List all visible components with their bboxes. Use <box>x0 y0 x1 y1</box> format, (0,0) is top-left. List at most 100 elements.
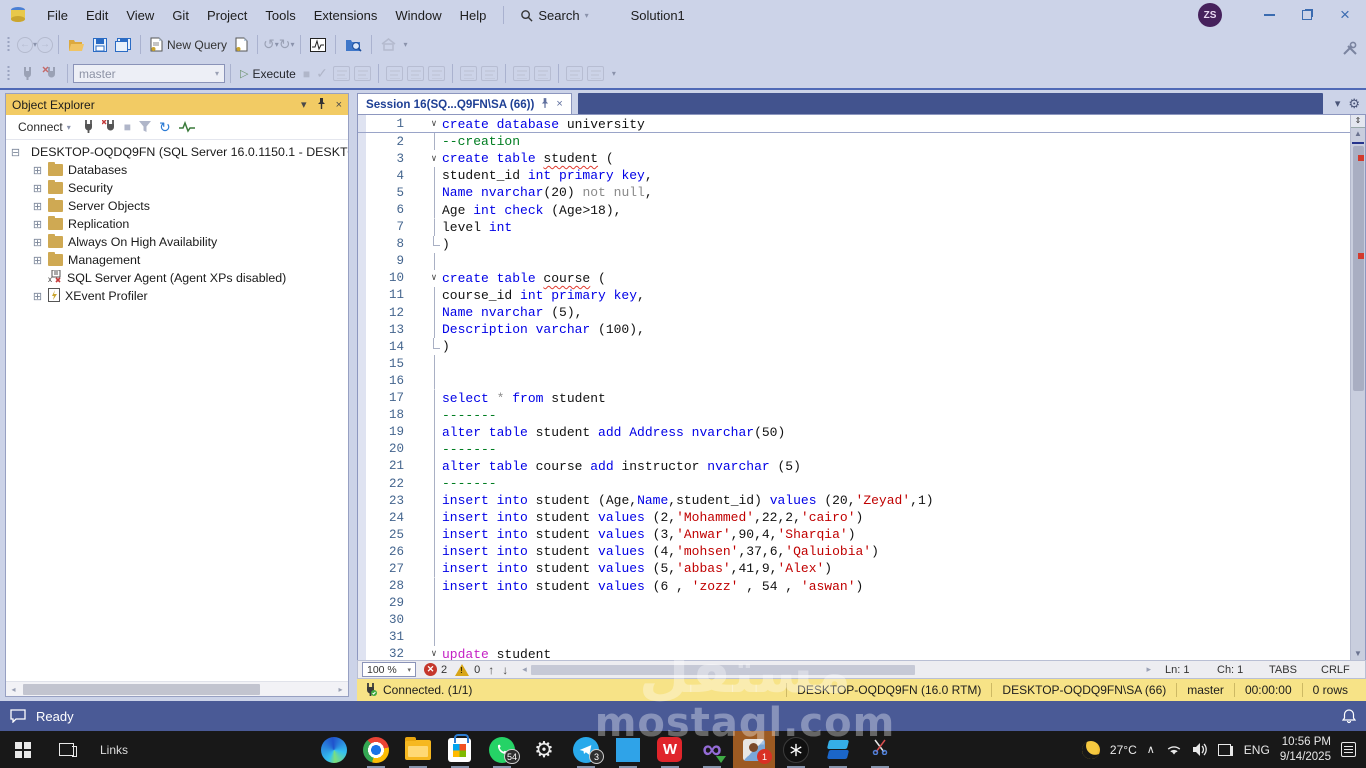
nav-forward-icon[interactable]: → <box>37 37 53 53</box>
object-search-icon[interactable] <box>341 36 366 54</box>
expand-icon[interactable]: ⊞ <box>32 218 43 231</box>
editor-hscroll-thumb[interactable] <box>531 665 915 675</box>
chrome-icon[interactable] <box>355 731 397 768</box>
feedback-icon[interactable] <box>10 709 26 723</box>
code-line-29[interactable]: 29 <box>358 595 1350 612</box>
menu-help[interactable]: Help <box>451 5 496 26</box>
code-line-2[interactable]: 2--creation <box>358 133 1350 150</box>
results-to-text-icon[interactable] <box>407 66 424 81</box>
code-line-4[interactable]: 4student_id int primary key, <box>358 167 1350 184</box>
vscroll-down-icon[interactable]: ▼ <box>1351 649 1365 658</box>
menu-edit[interactable]: Edit <box>77 5 117 26</box>
code-line-26[interactable]: 26insert into student values (4,'mohsen'… <box>358 543 1350 560</box>
hscroll-thumb[interactable] <box>23 684 260 695</box>
increase-indent-icon[interactable] <box>566 66 583 81</box>
menu-window[interactable]: Window <box>386 5 450 26</box>
action-center-icon[interactable] <box>1341 742 1356 757</box>
code-line-31[interactable]: 31 <box>358 629 1350 646</box>
tray-expand-icon[interactable]: ∧ <box>1147 743 1155 756</box>
tab-close-icon[interactable]: × <box>556 98 562 110</box>
results-to-grid-icon[interactable] <box>428 66 445 81</box>
code-line-14[interactable]: 14) <box>358 338 1350 355</box>
specify-values-icon[interactable] <box>587 66 604 81</box>
tree-item-xevent-profiler[interactable]: ⊞XEvent Profiler <box>6 287 348 305</box>
open-query-icon[interactable] <box>231 35 252 54</box>
execute-button[interactable]: ▷ Execute <box>236 65 300 83</box>
stop-icon[interactable]: ■ <box>303 67 310 81</box>
tree-item-management[interactable]: ⊞Management <box>6 251 348 269</box>
object-explorer-titlebar[interactable]: Object Explorer ▾ × <box>6 94 348 115</box>
close-panel-icon[interactable]: × <box>336 99 342 111</box>
tree-item-replication[interactable]: ⊞Replication <box>6 215 348 233</box>
links-toolbar-label[interactable]: Links <box>86 743 142 757</box>
activity-monitor-icon[interactable] <box>306 36 330 54</box>
code-line-19[interactable]: 19alter table student add Address nvarch… <box>358 424 1350 441</box>
expand-icon[interactable]: ⊞ <box>32 182 43 195</box>
redo-caret[interactable]: ▾ <box>291 40 295 49</box>
tree-item-sql-server-agent-agent-xps-disabled[interactable]: xSQL Server Agent (Agent XPs disabled) <box>6 269 348 287</box>
change-connection-icon[interactable] <box>38 64 62 83</box>
toolbar2-overflow-icon[interactable]: ▾ <box>612 69 616 78</box>
filter-icon[interactable] <box>139 121 151 133</box>
pin-icon[interactable] <box>317 98 326 112</box>
object-explorer-hscrollbar[interactable]: ◂ ▸ <box>6 681 348 696</box>
expand-icon[interactable]: ⊞ <box>32 254 43 267</box>
tree-item-always-on-high-availability[interactable]: ⊞Always On High Availability <box>6 233 348 251</box>
code-line-13[interactable]: 13Description varchar (100), <box>358 321 1350 338</box>
code-line-7[interactable]: 7level int <box>358 219 1350 236</box>
fold-collapse-icon[interactable]: ∨ <box>426 116 442 132</box>
refresh-icon[interactable]: ↻ <box>159 119 171 136</box>
language-indicator[interactable]: ENG <box>1244 743 1270 757</box>
tree-item-security[interactable]: ⊞Security <box>6 179 348 197</box>
tree-item-server-objects[interactable]: ⊞Server Objects <box>6 197 348 215</box>
warning-counter[interactable]: ! 0 <box>455 664 480 676</box>
menu-view[interactable]: View <box>117 5 163 26</box>
save-all-icon[interactable] <box>111 36 135 54</box>
menu-tools[interactable]: Tools <box>256 5 304 26</box>
menu-file[interactable]: File <box>38 5 77 26</box>
estimated-plan-icon[interactable] <box>333 66 350 81</box>
code-line-18[interactable]: 18------- <box>358 407 1350 424</box>
next-issue-icon[interactable]: ↓ <box>502 663 508 677</box>
disconnect-server-icon[interactable] <box>102 120 116 134</box>
weather-moon-icon[interactable] <box>1080 738 1102 760</box>
client-statistics-icon[interactable] <box>386 66 403 81</box>
task-view-button[interactable] <box>46 743 86 756</box>
wps-office-icon[interactable]: W <box>649 731 691 768</box>
code-line-8[interactable]: 8) <box>358 236 1350 253</box>
start-button[interactable] <box>0 731 46 768</box>
code-line-10[interactable]: 10∨create table course ( <box>358 270 1350 287</box>
code-line-17[interactable]: 17select * from student <box>358 390 1350 407</box>
settings-icon[interactable]: ⚙ <box>523 731 565 768</box>
error-counter[interactable]: ✕ 2 <box>424 663 447 676</box>
document-options-gear-icon[interactable]: ⚙ <box>1348 96 1360 112</box>
editor-vscrollbar[interactable]: ⇕ ▲ ▼ <box>1350 115 1365 660</box>
sql-code[interactable]: 1∨create database university2--creation 3… <box>358 115 1350 660</box>
code-line-30[interactable]: 30 <box>358 612 1350 629</box>
tab-session[interactable]: Session 16(SQ...Q9FN\SA (66)) × <box>357 93 572 114</box>
notifications-bell-icon[interactable] <box>1342 709 1356 724</box>
scroll-right-icon[interactable]: ▸ <box>333 685 348 694</box>
code-line-1[interactable]: 1∨create database university <box>358 116 1350 133</box>
expand-icon[interactable]: ⊞ <box>32 236 43 249</box>
fold-collapse-icon[interactable]: ∨ <box>426 646 442 660</box>
undo-icon[interactable]: ↺ <box>263 36 275 53</box>
live-query-stats-icon[interactable] <box>354 66 371 81</box>
code-line-21[interactable]: 21alter table course add instructor nvar… <box>358 458 1350 475</box>
parse-icon[interactable]: ✓ <box>316 65 328 82</box>
file-explorer-icon[interactable] <box>397 731 439 768</box>
menu-git[interactable]: Git <box>163 5 198 26</box>
code-line-25[interactable]: 25insert into student values (3,'Anwar',… <box>358 526 1350 543</box>
close-button[interactable]: × <box>1328 2 1362 28</box>
uncomment-icon[interactable] <box>513 66 530 81</box>
active-app-icon[interactable]: 1 <box>733 731 775 768</box>
toolbar-overflow-icon[interactable]: ▾ <box>404 40 408 49</box>
code-line-12[interactable]: 12Name nvarchar (5), <box>358 304 1350 321</box>
visual-studio-icon[interactable]: ∞ <box>691 731 733 768</box>
code-line-16[interactable]: 16 <box>358 372 1350 389</box>
code-area[interactable]: 1∨create database university2--creation 3… <box>357 114 1366 660</box>
tab-list-caret-icon[interactable]: ▾ <box>1335 97 1341 110</box>
fold-collapse-icon[interactable]: ∨ <box>426 270 442 287</box>
nav-back-icon[interactable]: ← <box>17 37 33 53</box>
volume-icon[interactable] <box>1193 743 1208 756</box>
